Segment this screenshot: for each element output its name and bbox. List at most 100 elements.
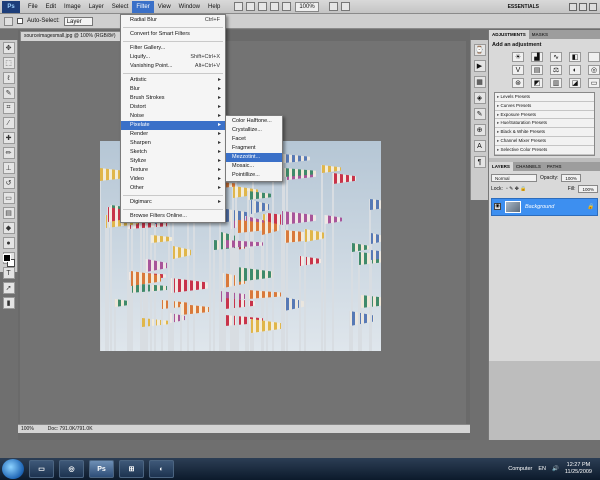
menu-item-artistic[interactable]: Artistic	[121, 76, 225, 85]
taskbar-photoshop-icon[interactable]: Ps	[89, 460, 114, 478]
menu-item-noise[interactable]: Noise	[121, 112, 225, 121]
auto-select-checkbox[interactable]	[17, 18, 23, 24]
menu-item-sharpen[interactable]: Sharpen	[121, 139, 225, 148]
brushes-panel-icon[interactable]: ✎	[473, 108, 486, 120]
zoom-level-select[interactable]: 100%	[295, 1, 319, 12]
shape-tool-icon[interactable]: ▮	[2, 297, 15, 309]
menu-help[interactable]: Help	[204, 1, 224, 13]
fill-input[interactable]: 100%	[578, 185, 598, 194]
history-panel-icon[interactable]: ⌚	[473, 44, 486, 56]
photo-filter-icon[interactable]: ◎	[588, 65, 600, 75]
menu-item-liquify[interactable]: Liquify... Shift+Ctrl+X	[121, 53, 225, 62]
maximize-button[interactable]	[579, 2, 587, 11]
menu-layer[interactable]: Layer	[85, 1, 108, 13]
menu-item-vanishing-point[interactable]: Vanishing Point... Alt+Ctrl+V	[121, 62, 225, 71]
taskbar-chrome-icon[interactable]: ◎	[59, 460, 84, 478]
menu-item-radial-blur[interactable]: Radial Blur Ctrl+F	[121, 16, 225, 25]
menu-image[interactable]: Image	[60, 1, 85, 13]
menu-window[interactable]: Window	[175, 1, 204, 13]
blur-tool-icon[interactable]: ◆	[2, 222, 15, 234]
menu-item-texture[interactable]: Texture	[121, 166, 225, 175]
menu-item-stylize[interactable]: Stylize	[121, 157, 225, 166]
gradient-tool-icon[interactable]: ▤	[2, 207, 15, 219]
view-extras-icon[interactable]	[258, 2, 268, 11]
taskbar-app-icon[interactable]: ◐	[149, 460, 174, 478]
brush-tool-icon[interactable]: ✏	[2, 147, 15, 159]
exposure-icon[interactable]: ◧	[569, 52, 581, 62]
crop-tool-icon[interactable]: ⌗	[2, 102, 15, 114]
tab-channels[interactable]: CHANNELS	[513, 162, 544, 171]
hand-tool-icon[interactable]	[270, 2, 280, 11]
menu-filter[interactable]: Filter	[132, 0, 154, 13]
submenu-item-color-halftone[interactable]: Color Halftone...	[226, 117, 282, 126]
menu-item-distort[interactable]: Distort	[121, 103, 225, 112]
menu-item-video[interactable]: Video	[121, 175, 225, 184]
foreground-color-swatch[interactable]	[3, 254, 11, 262]
layer-background[interactable]: ◉ Background 🔒	[491, 197, 598, 216]
submenu-item-pointillize[interactable]: Pointillize...	[226, 171, 282, 180]
taskbar-network-icon[interactable]: ⊞	[119, 460, 144, 478]
auto-select-target-select[interactable]: Layer	[63, 16, 93, 26]
menu-item-pixelate[interactable]: Pixelate	[121, 121, 225, 130]
menu-item-filter-gallery[interactable]: Filter Gallery...	[121, 44, 225, 53]
dodge-tool-icon[interactable]: ●	[2, 237, 15, 249]
submenu-item-fragment[interactable]: Fragment	[226, 144, 282, 153]
computer-label[interactable]: Computer	[508, 466, 532, 472]
move-tool-icon[interactable]: ✥	[2, 42, 15, 54]
minimize-button[interactable]	[569, 2, 577, 11]
menu-item-digimarc[interactable]: Digimarc	[121, 198, 225, 207]
close-button[interactable]	[589, 2, 597, 11]
move-tool-preset-icon[interactable]	[4, 16, 13, 26]
visibility-eye-icon[interactable]: ◉	[494, 203, 501, 211]
volume-icon[interactable]: 🔊	[552, 466, 559, 472]
menu-view[interactable]: View	[154, 1, 175, 13]
clock[interactable]: 12:27 PM 11/25/2009	[565, 462, 592, 476]
quick-select-tool-icon[interactable]: ✎	[2, 87, 15, 99]
document-tab[interactable]: sourceimagesmall.jpg @ 100% (RGB/8#)	[20, 31, 130, 41]
invert-icon[interactable]: ◩	[531, 78, 543, 88]
clone-source-panel-icon[interactable]: ⊕	[473, 124, 486, 136]
path-select-tool-icon[interactable]: ➚	[2, 282, 15, 294]
menu-item-browse-filters-online[interactable]: Browse Filters Online...	[121, 212, 225, 221]
start-button[interactable]	[2, 459, 24, 479]
levels-icon[interactable]: ▟	[531, 52, 543, 62]
tab-layers[interactable]: LAYERS	[489, 161, 513, 171]
menu-item-brush-strokes[interactable]: Brush Strokes	[121, 94, 225, 103]
type-tool-icon[interactable]: T	[2, 267, 15, 279]
channel-mixer-icon[interactable]: ⊛	[512, 78, 524, 88]
tab-paths[interactable]: PATHS	[544, 162, 565, 171]
gradient-map-icon[interactable]: ▭	[588, 78, 600, 88]
healing-tool-icon[interactable]: ✚	[2, 132, 15, 144]
menu-item-sketch[interactable]: Sketch	[121, 148, 225, 157]
marquee-tool-icon[interactable]: ⬚	[2, 57, 15, 69]
preset-selective-color[interactable]: Selective Color Presets	[495, 146, 594, 155]
menu-item-render[interactable]: Render	[121, 130, 225, 139]
preset-black-white[interactable]: Black & White Presets	[495, 128, 594, 137]
launch-mini-bridge-icon[interactable]	[246, 2, 256, 11]
arrange-documents-icon[interactable]	[328, 2, 338, 11]
blend-mode-select[interactable]: Normal	[491, 174, 537, 183]
language-indicator[interactable]: EN	[538, 466, 546, 472]
black-white-icon[interactable]: ◐	[569, 65, 581, 75]
zoom-tool-icon[interactable]	[282, 2, 292, 11]
brightness-contrast-icon[interactable]: ☀	[512, 52, 524, 62]
swatches-panel-icon[interactable]: ▦	[473, 76, 486, 88]
submenu-item-mosaic[interactable]: Mosaic...	[226, 162, 282, 171]
menu-item-blur[interactable]: Blur	[121, 85, 225, 94]
status-zoom[interactable]: 100%	[21, 425, 34, 433]
menu-file[interactable]: File	[24, 1, 42, 13]
tab-masks[interactable]: MASKS	[529, 30, 551, 39]
lock-icons[interactable]: ▫ ✎ ✥ 🔒	[506, 186, 527, 192]
eraser-tool-icon[interactable]: ▭	[2, 192, 15, 204]
preset-levels[interactable]: Levels Presets	[495, 93, 594, 102]
taskbar-explorer-icon[interactable]: ▭	[29, 460, 54, 478]
opacity-input[interactable]: 100%	[561, 174, 581, 183]
paragraph-panel-icon[interactable]: ¶	[473, 156, 486, 168]
clone-stamp-tool-icon[interactable]: ⊥	[2, 162, 15, 174]
curves-icon[interactable]: ∿	[550, 52, 562, 62]
actions-panel-icon[interactable]: ▶	[473, 60, 486, 72]
submenu-item-mezzotint[interactable]: Mezzotint...	[226, 153, 282, 162]
history-brush-tool-icon[interactable]: ↺	[2, 177, 15, 189]
styles-panel-icon[interactable]: ◈	[473, 92, 486, 104]
eyedropper-tool-icon[interactable]: ⁄	[2, 117, 15, 129]
